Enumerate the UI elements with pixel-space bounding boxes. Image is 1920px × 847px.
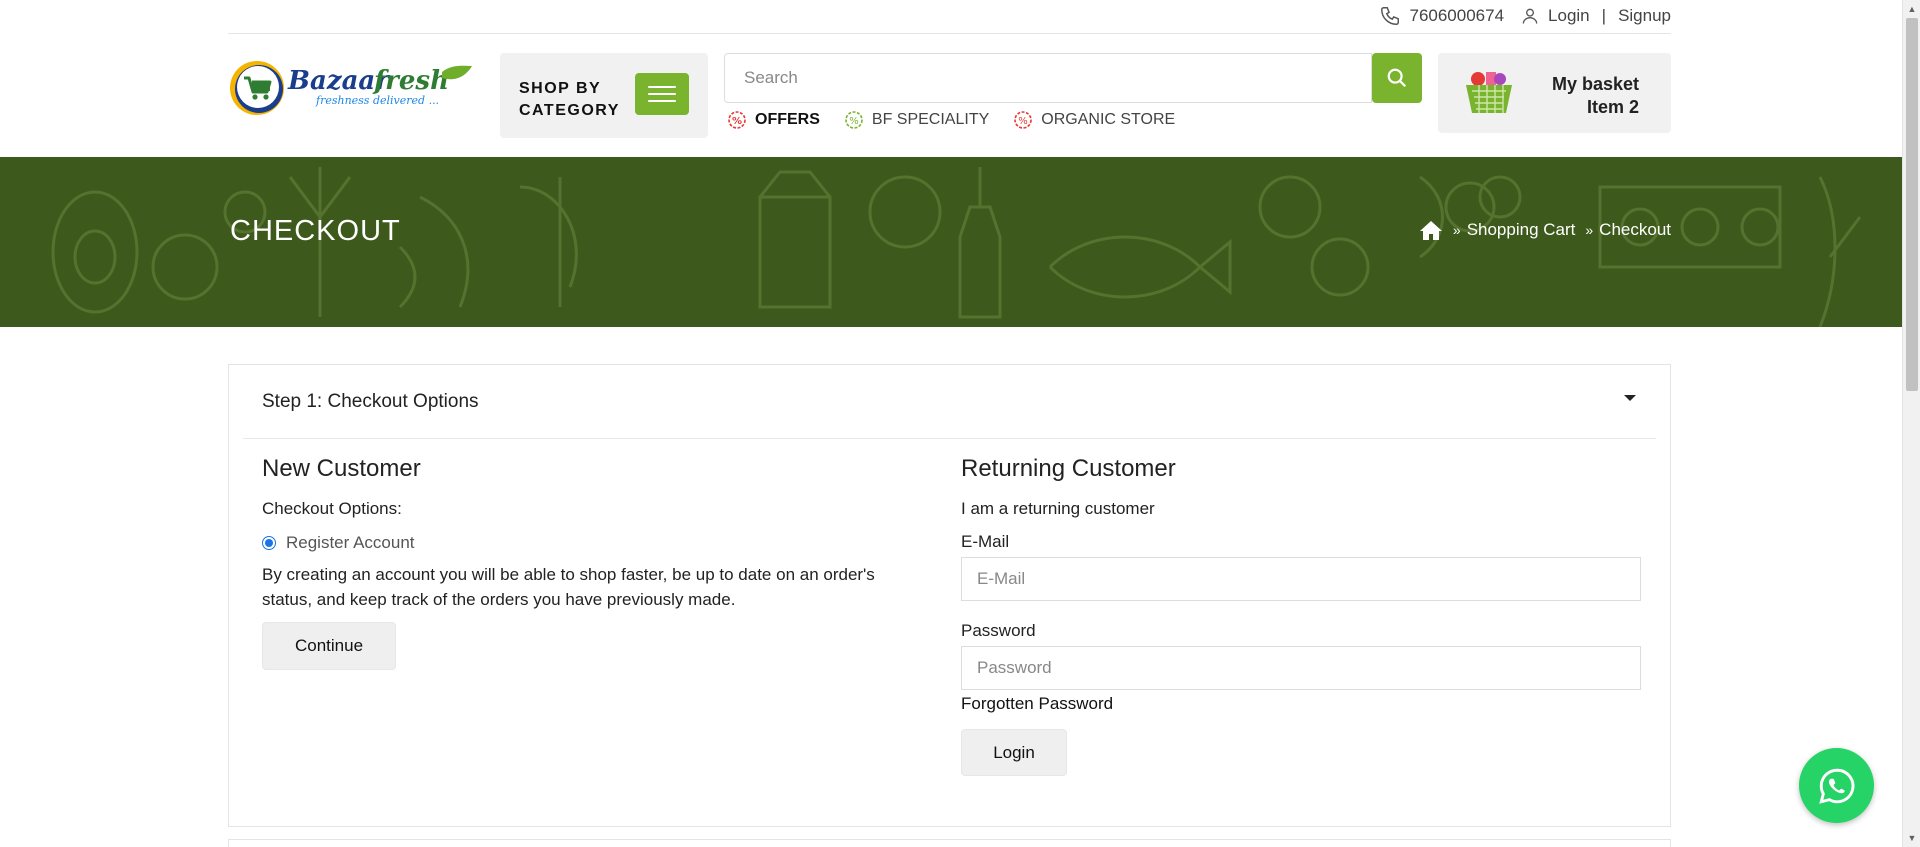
forgotten-password-link[interactable]: Forgotten Password — [961, 694, 1641, 714]
search-input[interactable] — [724, 53, 1372, 103]
basket-title: My basket — [1551, 74, 1639, 94]
separator: | — [1601, 6, 1607, 25]
page-title: CHECKOUT — [230, 215, 401, 247]
svg-text:%: % — [732, 116, 742, 127]
breadcrumb-shopping-cart[interactable]: Shopping Cart — [1467, 220, 1576, 240]
discount-badge-icon: % — [845, 111, 863, 129]
my-basket[interactable]: My basket Item 2 — [1438, 53, 1671, 133]
basket-item-count: Item 2 — [1586, 97, 1639, 117]
svg-text:%: % — [849, 116, 859, 127]
discount-badge-icon: % — [728, 111, 746, 129]
breadcrumb: » Shopping Cart » Checkout — [1419, 219, 1671, 241]
new-customer-section: New Customer Checkout Options: Register … — [262, 455, 922, 670]
whatsapp-chat-button[interactable] — [1799, 748, 1874, 823]
step-title: Step 1: Checkout Options — [262, 391, 479, 412]
phone-icon — [1379, 5, 1401, 27]
chevron-right-icon: » — [1452, 222, 1461, 238]
user-icon — [1520, 6, 1540, 26]
checkout-options-panel: Step 1: Checkout Options New Customer Ch… — [228, 364, 1671, 827]
caret-down-icon[interactable] — [1624, 395, 1636, 401]
quick-links: % OFFERS % BF SPECIALITY % ORGANIC STORE — [727, 110, 1199, 130]
returning-customer-subtitle: I am a returning customer — [961, 499, 1155, 518]
quick-link-offers[interactable]: % OFFERS — [727, 110, 820, 130]
svg-text:%: % — [1019, 116, 1029, 127]
svg-text:freshness delivered ...: freshness delivered ... — [315, 94, 439, 107]
email-label: E-Mail — [961, 532, 1010, 551]
site-logo[interactable]: Bazaar fresh freshness delivered ... — [228, 58, 473, 118]
divider — [243, 438, 1656, 439]
email-field[interactable] — [961, 557, 1641, 601]
shop-by-category-label: SHOP BY CATEGORY — [519, 80, 620, 119]
scrollbar-thumb[interactable] — [1906, 18, 1918, 391]
page-banner: CHECKOUT » Shopping Cart » Checkout — [0, 157, 1902, 327]
search-button[interactable] — [1372, 53, 1422, 103]
quick-link-bf-speciality[interactable]: % BF SPECIALITY — [844, 110, 989, 130]
page-scrollbar[interactable]: ▲ ▼ — [1902, 0, 1920, 847]
login-button[interactable]: Login — [961, 729, 1067, 776]
svg-text:fresh: fresh — [372, 66, 449, 96]
continue-button[interactable]: Continue — [262, 622, 396, 670]
register-account-label[interactable]: Register Account — [286, 533, 415, 553]
register-account-radio[interactable]: Register Account — [262, 533, 922, 553]
new-customer-description: By creating an account you will be able … — [262, 565, 875, 609]
basket-icon — [1462, 67, 1516, 122]
quick-link-organic-store[interactable]: % ORGANIC STORE — [1013, 110, 1175, 130]
radio-selected-icon[interactable] — [262, 536, 276, 550]
checkout-options-label: Checkout Options: — [262, 499, 402, 518]
phone-number[interactable]: 7606000674 — [1409, 6, 1504, 26]
discount-badge-icon: % — [1014, 111, 1033, 129]
checkout-step-header[interactable]: Step 1: Checkout Options — [229, 365, 1670, 438]
search-icon — [1387, 68, 1407, 88]
next-step-panel — [228, 839, 1671, 847]
hamburger-menu-icon[interactable] — [635, 73, 689, 115]
home-icon[interactable] — [1419, 219, 1443, 241]
whatsapp-icon — [1818, 768, 1854, 804]
returning-customer-section: Returning Customer I am a returning cust… — [961, 455, 1641, 776]
signup-link[interactable]: Signup — [1618, 6, 1671, 26]
password-field[interactable] — [961, 646, 1641, 690]
breadcrumb-checkout[interactable]: Checkout — [1599, 220, 1671, 240]
chevron-right-icon: » — [1585, 222, 1594, 238]
scroll-up-arrow-icon[interactable]: ▲ — [1903, 0, 1920, 18]
login-link[interactable]: Login — [1548, 6, 1590, 26]
shop-by-category[interactable]: SHOP BY CATEGORY — [500, 53, 708, 138]
scroll-down-arrow-icon[interactable]: ▼ — [1903, 829, 1920, 847]
returning-customer-heading: Returning Customer — [961, 455, 1176, 482]
new-customer-heading: New Customer — [262, 455, 421, 482]
page: 7606000674 Login | Signup Bazaar fresh f… — [0, 0, 1920, 847]
top-bar: 7606000674 Login | Signup — [228, 0, 1671, 34]
password-label: Password — [961, 621, 1036, 640]
